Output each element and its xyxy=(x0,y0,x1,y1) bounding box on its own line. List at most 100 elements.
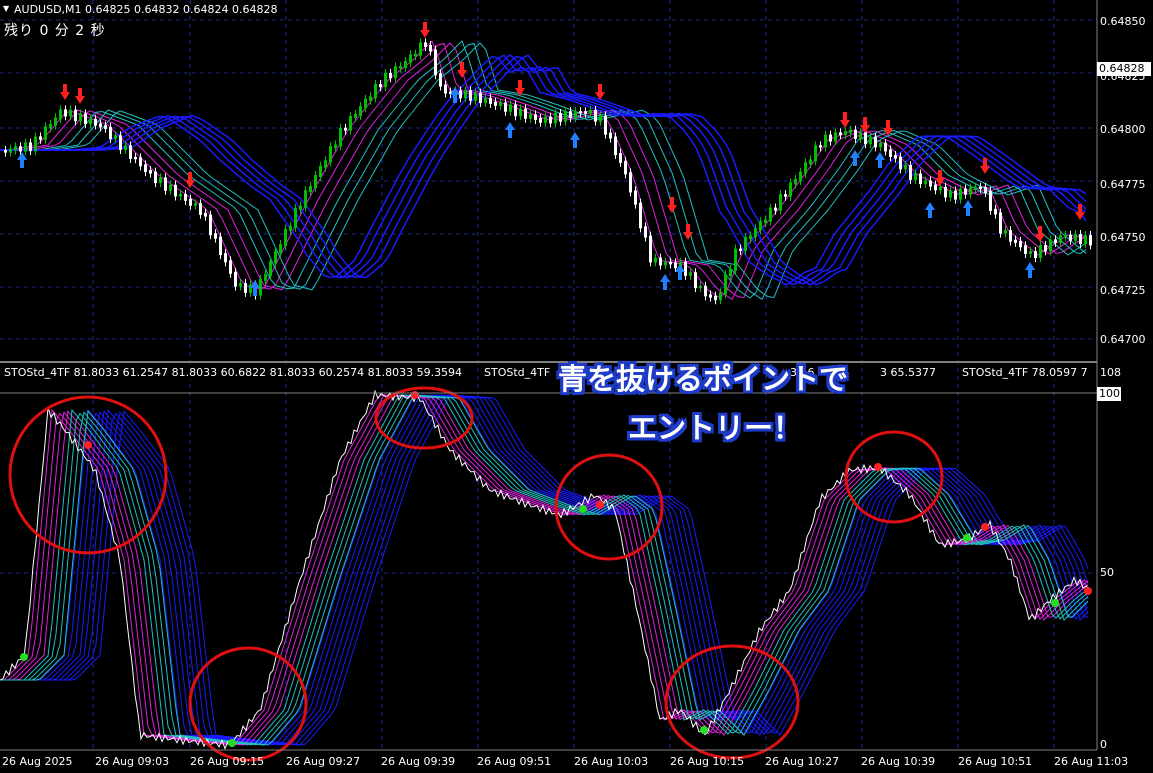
candle-body xyxy=(1019,240,1022,248)
candle-body xyxy=(714,295,717,301)
candle-body xyxy=(1084,235,1087,245)
candle-body xyxy=(609,132,612,139)
candle-body xyxy=(414,53,417,57)
candle-body xyxy=(794,179,797,185)
candle-body xyxy=(314,175,317,189)
candle-body xyxy=(439,73,442,87)
candle-body xyxy=(884,142,887,152)
candle-body xyxy=(44,126,47,140)
buy-arrow-icon xyxy=(1025,262,1035,278)
candle-body xyxy=(84,113,87,125)
candle-body xyxy=(199,203,202,215)
candle-body xyxy=(129,145,132,159)
candle-body xyxy=(1074,234,1077,241)
candle-body xyxy=(749,235,752,240)
candle-body xyxy=(539,117,542,123)
candle-body xyxy=(669,261,672,265)
candle-body xyxy=(534,114,537,120)
candle-body xyxy=(334,144,337,148)
indicator-label: 3 65.5377 xyxy=(880,366,936,379)
sell-arrow-icon xyxy=(595,84,605,100)
candle-body xyxy=(494,101,497,106)
buy-dot xyxy=(700,726,708,734)
candle-body xyxy=(829,134,832,142)
candle-body xyxy=(769,207,772,222)
time-tick: 26 Aug 09:39 xyxy=(381,755,456,768)
candle-body xyxy=(759,221,762,231)
annotation-line-2: エントリー！ xyxy=(628,411,803,445)
candle-body xyxy=(169,184,172,191)
candle-body xyxy=(969,187,972,195)
candle-body xyxy=(599,115,602,122)
candle-body xyxy=(1009,230,1012,242)
candle-body xyxy=(239,283,242,287)
time-tick: 26 Aug 10:51 xyxy=(958,755,1033,768)
candle-body xyxy=(1069,234,1072,241)
candle-body xyxy=(564,111,567,122)
candle-body xyxy=(64,109,67,117)
candle-body xyxy=(464,90,467,99)
indicator-label: STOStd_4TF xyxy=(484,366,551,379)
candle-body xyxy=(399,65,402,69)
candle-body xyxy=(504,102,507,112)
candle-body xyxy=(754,228,757,238)
time-tick: 26 Aug 10:39 xyxy=(861,755,936,768)
osc-scale-50: 50 xyxy=(1100,566,1114,579)
candle-body xyxy=(584,111,587,114)
stoch-slow-line xyxy=(0,394,1089,746)
candle-body xyxy=(989,191,992,211)
candle-body xyxy=(29,142,32,152)
candle-body xyxy=(209,214,212,236)
candle-body xyxy=(184,193,187,201)
candle-body xyxy=(424,42,427,47)
candle-body xyxy=(799,171,802,182)
candle-body xyxy=(814,145,817,162)
candle-body xyxy=(299,205,302,211)
time-tick: 26 Aug 2025 xyxy=(2,755,73,768)
stoch-slow-line xyxy=(0,394,1089,746)
stoch-slow-line xyxy=(0,394,1088,746)
stoch-line xyxy=(0,394,1089,746)
candle-body xyxy=(469,90,472,101)
stoch-slow-line xyxy=(0,394,1089,746)
candle-body xyxy=(1004,230,1007,234)
candle-body xyxy=(484,97,487,104)
candle-body xyxy=(269,261,272,277)
candle-body xyxy=(54,117,57,126)
sell-dot xyxy=(1084,587,1092,595)
candle-body xyxy=(39,136,42,140)
candle-body xyxy=(874,136,877,148)
stoch-slow-line xyxy=(0,394,1089,746)
candle-body xyxy=(619,153,622,163)
annotation-line-1: 青を抜けるポイントで xyxy=(558,362,849,396)
candle-body xyxy=(229,260,232,274)
candle-body xyxy=(784,194,787,197)
candle-body xyxy=(354,114,357,119)
candle-body xyxy=(384,72,387,88)
candle-body xyxy=(9,148,12,153)
candle-body xyxy=(109,126,112,140)
candle-body xyxy=(999,212,1002,234)
sell-arrow-icon xyxy=(457,62,467,78)
candle-body xyxy=(864,132,867,145)
candle-body xyxy=(499,102,502,106)
candle-body xyxy=(554,112,557,124)
candle-body xyxy=(854,129,857,139)
current-price-label: 0.64828 xyxy=(1097,62,1151,76)
candle-body xyxy=(94,118,97,126)
candle-body xyxy=(154,171,157,184)
candle-body xyxy=(1024,245,1027,254)
bar-countdown: 残り 0 分 2 秒 xyxy=(4,23,106,39)
buy-arrow-icon xyxy=(963,200,973,216)
candle-body xyxy=(919,173,922,185)
candle-body xyxy=(409,54,412,64)
price-tick: 0.64725 xyxy=(1100,284,1146,297)
candle-body xyxy=(74,109,77,122)
candle-body xyxy=(124,145,127,150)
candle-body xyxy=(289,225,292,231)
candle-body xyxy=(304,190,307,208)
candle-body xyxy=(764,219,767,224)
buy-arrow-icon xyxy=(850,150,860,166)
candle-body xyxy=(224,253,227,263)
dropdown-arrow-icon[interactable]: ▼ xyxy=(3,4,9,13)
